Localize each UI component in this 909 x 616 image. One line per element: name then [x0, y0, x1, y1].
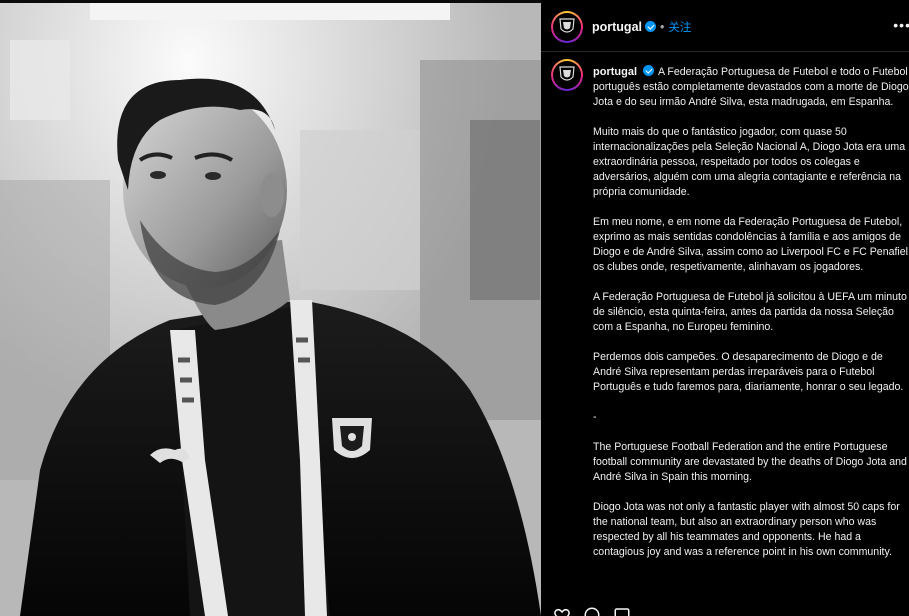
caption-username[interactable]: portugal	[593, 66, 637, 78]
post-caption: portugal A Federação Portuguesa de Futebo…	[593, 65, 909, 575]
caption-paragraph: Perdemos dois campeões. O desapareciment…	[593, 351, 904, 393]
post-header: portugal •关注 •••	[541, 0, 909, 52]
caption-paragraph: The Portuguese Football Federation and t…	[593, 441, 907, 483]
crest-icon	[553, 61, 581, 89]
post-panel: portugal•关注 ••• portugalA Federação Port…	[541, 0, 909, 616]
crest-icon	[553, 13, 581, 41]
verified-badge-icon	[645, 21, 656, 32]
header-user-line: portugal • 关注	[592, 19, 691, 35]
caption-avatar[interactable]	[551, 59, 583, 91]
caption-paragraph: A Federação Portuguesa de Futebol já sol…	[593, 291, 907, 333]
caption-paragraph: -	[593, 411, 597, 423]
follow-button[interactable]: 关注	[668, 22, 691, 34]
verified-badge-icon	[643, 65, 654, 76]
profile-avatar[interactable]	[551, 11, 583, 43]
photo-top-edge	[0, 0, 541, 3]
heart-icon[interactable]	[553, 606, 571, 616]
more-options-icon[interactable]: •••	[893, 17, 909, 33]
caption-text: A Federação Portuguesa de Futebol e todo…	[593, 66, 909, 108]
photo-illustration	[0, 0, 541, 616]
separator-dot: •	[660, 20, 665, 34]
header-username[interactable]: portugal	[592, 20, 642, 34]
caption-paragraph: Muito mais do que o fantástico jogador, …	[593, 126, 906, 198]
comment-icon[interactable]	[583, 606, 601, 616]
post-actions	[553, 606, 631, 616]
caption-paragraph: Em meu nome, e em nome da Federação Port…	[593, 216, 909, 273]
post-photo[interactable]	[0, 0, 541, 616]
caption-paragraph: Diogo Jota was not only a fantastic play…	[593, 501, 900, 558]
caption-paragraph: portugal A Federação Portuguesa de Futebo…	[593, 65, 909, 110]
share-icon[interactable]	[613, 606, 631, 616]
